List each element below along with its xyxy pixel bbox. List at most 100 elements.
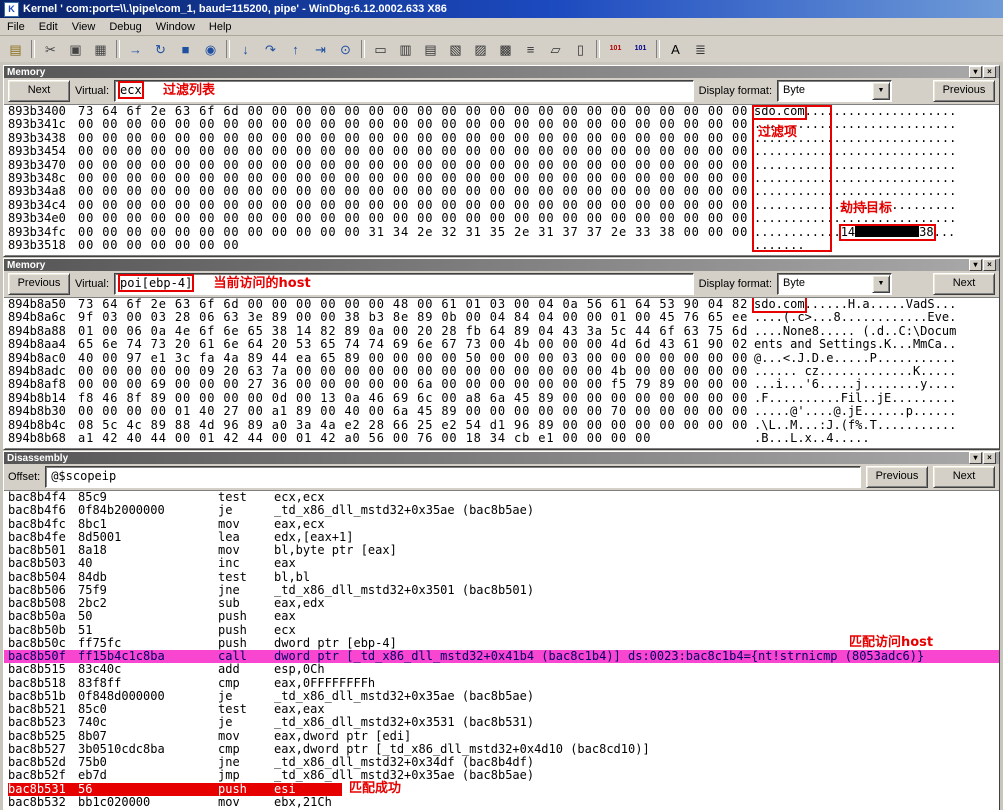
menu-item-file[interactable]: File bbox=[0, 20, 32, 34]
run-to-cursor-icon[interactable]: ⇥ bbox=[309, 38, 332, 60]
registers-window-icon[interactable]: ▧ bbox=[444, 38, 467, 60]
next-button[interactable]: Next bbox=[8, 80, 70, 102]
disassembly-listing[interactable]: bac8b4f485c9testecx,ecxbac8b4f60f84b2000… bbox=[4, 490, 999, 810]
dock-icon[interactable]: ▾ bbox=[969, 452, 982, 464]
opcode-bytes: eb7d bbox=[78, 769, 218, 782]
opcode-bytes: 40 bbox=[78, 557, 218, 570]
hex-cell: 40 00 97 e1 3c fa 4a 89 44 ea 65 89 00 0… bbox=[78, 352, 754, 365]
address-cell: 894b8b68 bbox=[8, 432, 78, 445]
menu-item-debug[interactable]: Debug bbox=[102, 20, 148, 34]
memory2-hexdump[interactable]: 894b8a5073 64 6f 2e 63 6f 6d 00 00 00 00… bbox=[4, 297, 999, 448]
opcode-bytes: 0f84b2000000 bbox=[78, 504, 218, 517]
memory-window-icon[interactable]: ▨ bbox=[469, 38, 492, 60]
previous-button[interactable]: Previous bbox=[933, 80, 995, 102]
menu-bar: FileEditViewDebugWindowHelp bbox=[0, 18, 1003, 36]
copy-icon[interactable]: ▣ bbox=[64, 38, 87, 60]
address-cell: bac8b523 bbox=[8, 716, 78, 729]
opcode-bytes: 83f8ff bbox=[78, 677, 218, 690]
previous-button[interactable]: Previous bbox=[8, 273, 70, 295]
command-window-icon[interactable]: ▭ bbox=[369, 38, 392, 60]
memory1-hexdump[interactable]: 893b340073 64 6f 2e 63 6f 6d 00 00 00 00… bbox=[4, 104, 999, 255]
display-format-select[interactable]: Byte ▼ bbox=[777, 273, 892, 295]
break-icon[interactable]: ◉ bbox=[199, 38, 222, 60]
address-cell: bac8b515 bbox=[8, 663, 78, 676]
windbg-window: K Kernel ' com:port=\\.\pipe\com_1, baud… bbox=[0, 0, 1003, 810]
next-button[interactable]: Next bbox=[933, 466, 995, 488]
processes-window-icon[interactable]: ▯ bbox=[569, 38, 592, 60]
disasm-line: bac8b50484dbtestbl,bl bbox=[4, 571, 999, 584]
address-cell: bac8b4f6 bbox=[8, 504, 78, 517]
chevron-down-icon[interactable]: ▼ bbox=[872, 82, 890, 100]
close-icon[interactable]: × bbox=[983, 259, 996, 271]
options-icon[interactable]: ≣ bbox=[689, 38, 712, 60]
ip-visible-end: 38 bbox=[919, 226, 933, 239]
scratch-pad-window-icon[interactable]: ▱ bbox=[544, 38, 567, 60]
next-button[interactable]: Next bbox=[933, 273, 995, 295]
opcode-bytes: 2bc2 bbox=[78, 597, 218, 610]
step-over-icon[interactable]: ↷ bbox=[259, 38, 282, 60]
offset-input[interactable]: @$scopeip bbox=[45, 466, 861, 488]
virtual-address-value: ecx bbox=[120, 83, 142, 97]
go-icon[interactable]: → bbox=[124, 38, 147, 60]
ascii-text: ..................... bbox=[805, 105, 957, 118]
menu-item-window[interactable]: Window bbox=[149, 20, 202, 34]
address-cell: 894b8a50 bbox=[8, 298, 78, 311]
address-cell: 893b341c bbox=[8, 118, 78, 131]
mnemonic: sub bbox=[218, 597, 274, 610]
close-icon[interactable]: × bbox=[983, 66, 996, 78]
disassembly-window: Disassembly ▾ × Offset: @$scopeip Previo… bbox=[3, 451, 1000, 810]
step-out-icon[interactable]: ↑ bbox=[284, 38, 307, 60]
close-icon[interactable]: × bbox=[983, 452, 996, 464]
call-stack-window-icon[interactable]: ▩ bbox=[494, 38, 517, 60]
cut-icon[interactable]: ✂ bbox=[39, 38, 62, 60]
virtual-address-input[interactable]: poi[ebp-4] 当前访问的host bbox=[114, 273, 694, 295]
restart-icon[interactable]: ↻ bbox=[149, 38, 172, 60]
highlighted-instruction: bac8b53156pushesi bbox=[8, 783, 342, 796]
hijack-ip: 1438 bbox=[841, 226, 934, 239]
operands: dword ptr [ebp-4] bbox=[274, 637, 397, 650]
annotation: 匹配成功 bbox=[349, 782, 401, 795]
ascii-cell: ............................ bbox=[754, 159, 956, 172]
mnemonic: push bbox=[218, 624, 274, 637]
font-icon[interactable]: A bbox=[664, 38, 687, 60]
disasm-line: bac8b50675f9jne_td_x86_dll_mstd32+0x3501… bbox=[4, 584, 999, 597]
locals-window-icon[interactable]: ▤ bbox=[419, 38, 442, 60]
display-format-select[interactable]: Byte ▼ bbox=[777, 80, 892, 102]
disasm-line: bac8b50cff75fcpushdword ptr [ebp-4]匹配访问h… bbox=[4, 637, 999, 650]
opcode-bytes: 50 bbox=[78, 610, 218, 623]
address-cell: 894b8b30 bbox=[8, 405, 78, 418]
app-icon: K bbox=[4, 2, 19, 17]
operands: eax bbox=[274, 557, 296, 570]
mnemonic: inc bbox=[218, 557, 274, 570]
breakpoint-hand-icon[interactable]: ⊙ bbox=[334, 38, 357, 60]
disasm-line: bac8b52d75b0jne_td_x86_dll_mstd32+0x34df… bbox=[4, 756, 999, 769]
virtual-address-input[interactable]: ecx 过滤列表 bbox=[114, 80, 694, 102]
dock-icon[interactable]: ▾ bbox=[969, 259, 982, 271]
watch-window-icon[interactable]: ▥ bbox=[394, 38, 417, 60]
paste-icon[interactable]: ▦ bbox=[89, 38, 112, 60]
opcode-bytes: 51 bbox=[78, 624, 218, 637]
operands: _td_x86_dll_mstd32+0x3531 (bac8b531) bbox=[274, 716, 534, 729]
step-into-icon[interactable]: ↓ bbox=[234, 38, 257, 60]
menu-item-view[interactable]: View bbox=[65, 20, 103, 34]
stop-debugging-icon[interactable]: ■ bbox=[174, 38, 197, 60]
previous-button[interactable]: Previous bbox=[866, 466, 928, 488]
menu-item-edit[interactable]: Edit bbox=[32, 20, 65, 34]
disassembly-window-icon[interactable]: ≡ bbox=[519, 38, 542, 60]
dock-icon[interactable]: ▾ bbox=[969, 66, 982, 78]
memory-row: 893b343800 00 00 00 00 00 00 00 00 00 00… bbox=[4, 132, 999, 145]
open-workspace-icon[interactable]: ▤ bbox=[4, 38, 27, 60]
address-cell: 894b8aa4 bbox=[8, 338, 78, 351]
menu-item-help[interactable]: Help bbox=[202, 20, 239, 34]
source-mode-off-icon[interactable]: 101 bbox=[629, 38, 652, 60]
hex-cell: 00 00 00 00 00 00 00 00 00 00 00 00 00 0… bbox=[78, 118, 754, 131]
title-bar: K Kernel ' com:port=\\.\pipe\com_1, baud… bbox=[0, 0, 1003, 18]
opcode-bytes: ff15b4c1c8ba bbox=[78, 650, 218, 663]
source-mode-on-icon[interactable]: 101 bbox=[604, 38, 627, 60]
memory-row: 894b8aa465 6e 74 73 20 61 6e 64 20 53 65… bbox=[4, 338, 999, 351]
opcode-bytes: ff75fc bbox=[78, 637, 218, 650]
memory-window-1: Memory ▾ × Next Virtual: ecx 过滤列表 Displa… bbox=[3, 65, 1000, 257]
hex-cell: 01 00 06 0a 4e 6f 6e 65 38 14 82 89 0a 0… bbox=[78, 325, 754, 338]
chevron-down-icon[interactable]: ▼ bbox=[872, 275, 890, 293]
mnemonic: test bbox=[218, 571, 274, 584]
